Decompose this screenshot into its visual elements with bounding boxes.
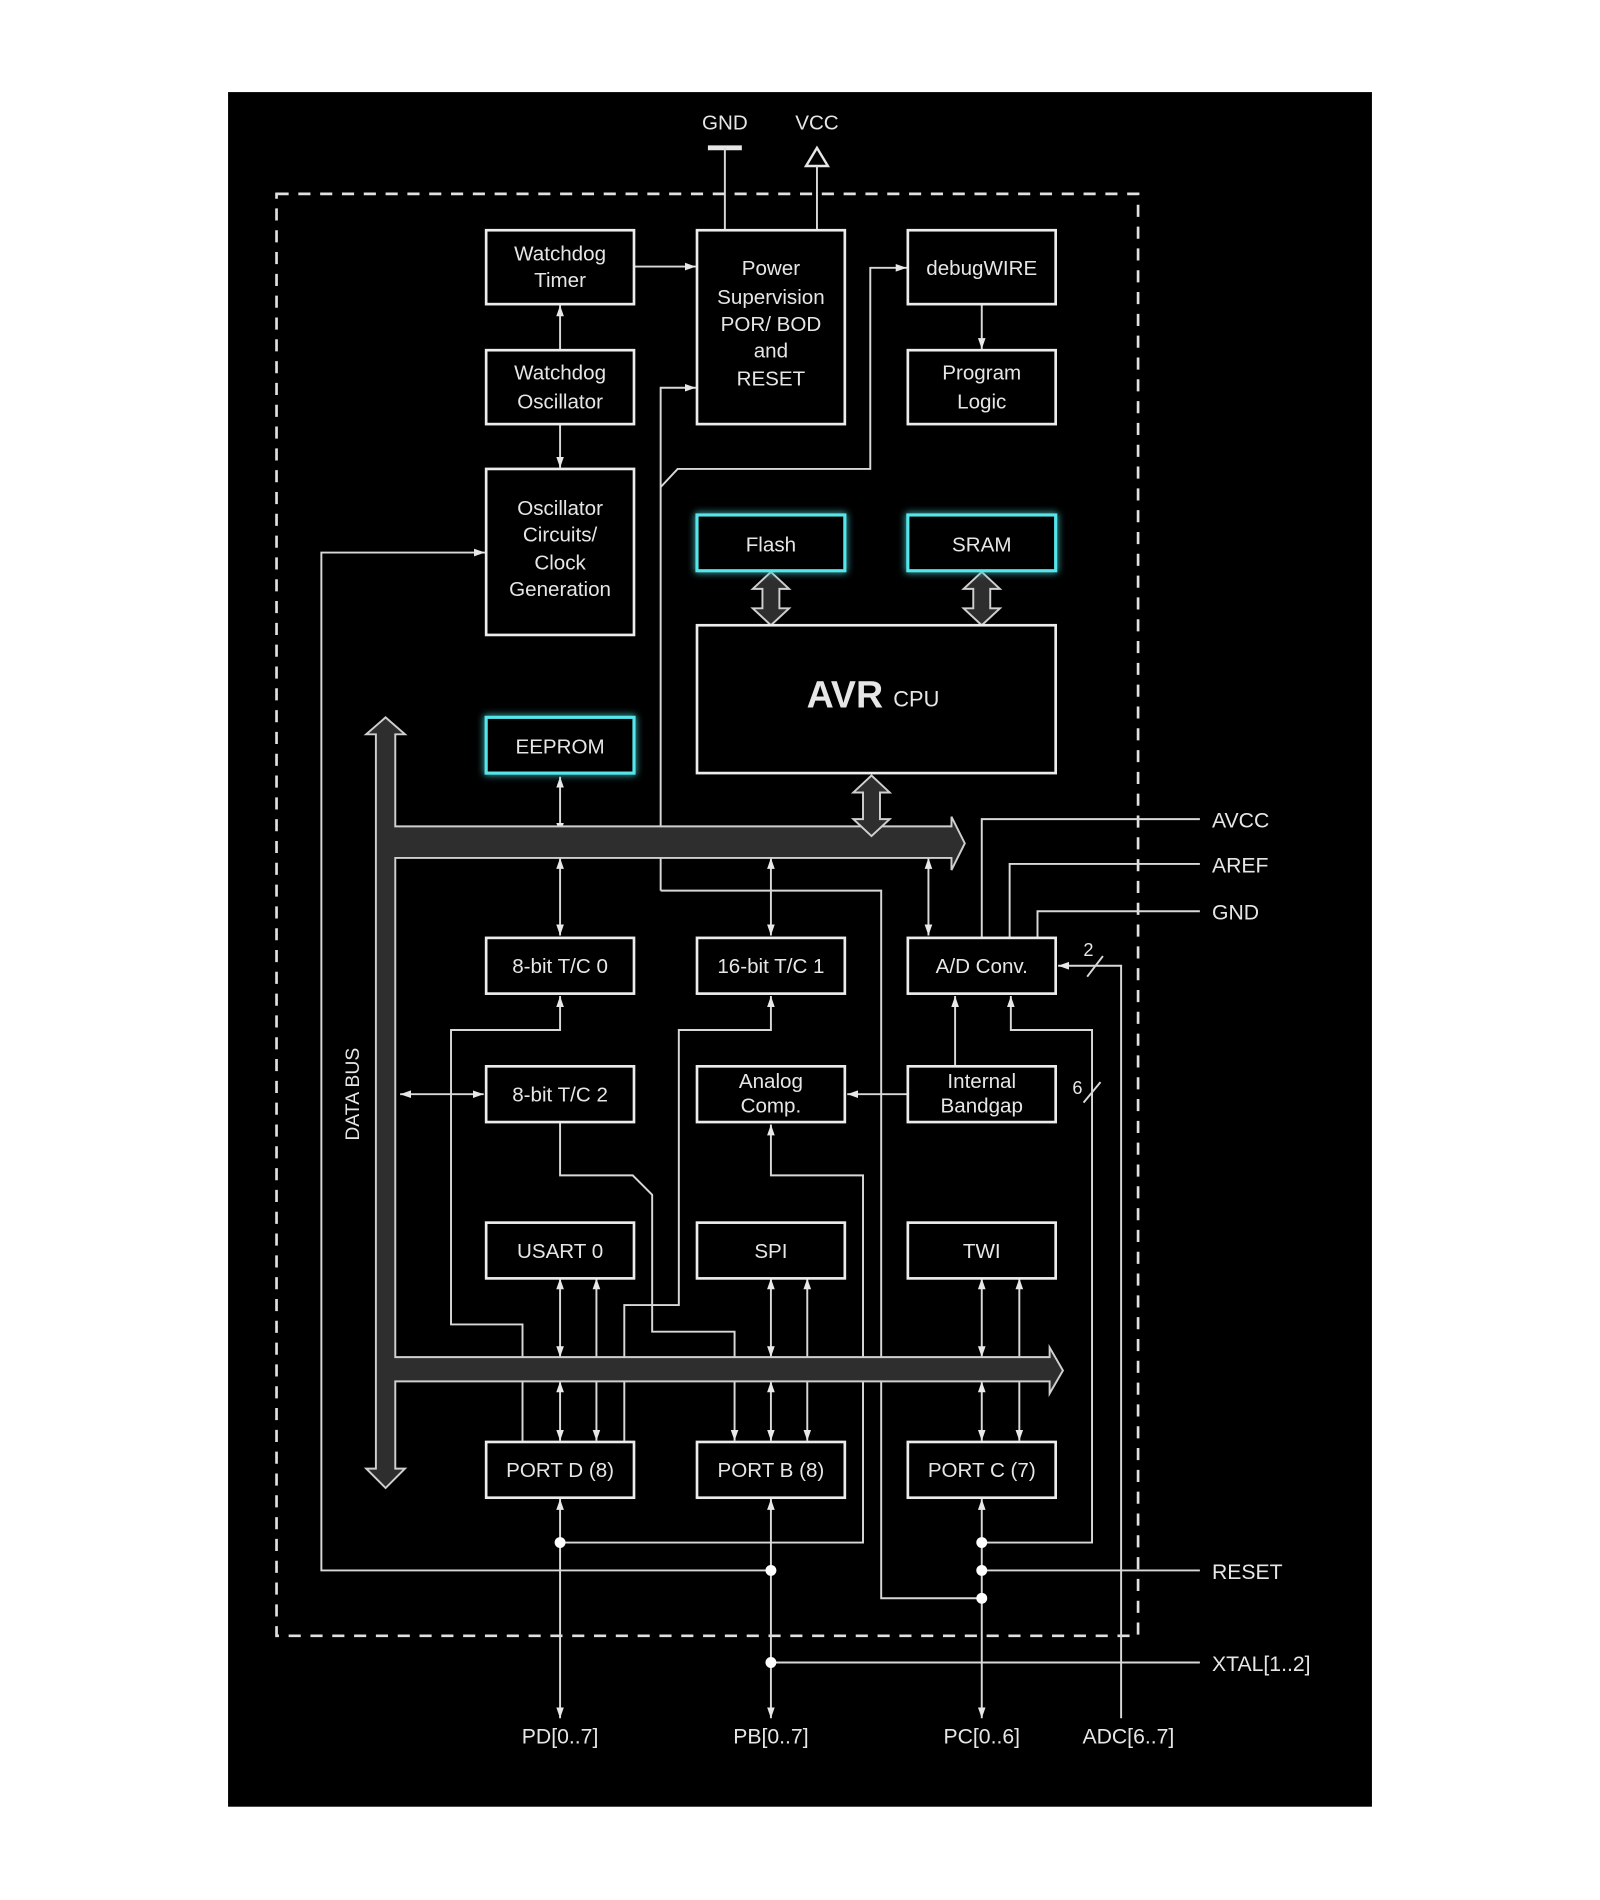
svg-text:Internal: Internal xyxy=(947,1070,1016,1093)
svg-text:A/D Conv.: A/D Conv. xyxy=(936,955,1028,978)
svg-text:and: and xyxy=(754,339,788,362)
svg-text:SRAM: SRAM xyxy=(952,533,1011,556)
svg-text:16-bit T/C 1: 16-bit T/C 1 xyxy=(717,955,824,978)
pin-label-gnd: GND xyxy=(1212,902,1259,925)
svg-text:Analog: Analog xyxy=(739,1070,803,1093)
svg-text:SPI: SPI xyxy=(754,1240,787,1263)
svg-text:USART 0: USART 0 xyxy=(517,1240,603,1263)
timer-counter-1-block: 16-bit T/C 1 xyxy=(695,936,847,995)
flash-block: Flash xyxy=(695,513,847,573)
adc-bus-width-label: 2 xyxy=(1083,940,1093,960)
analog-comparator-block: Analog Comp. xyxy=(695,1064,847,1124)
data-bus-label: DATA BUS xyxy=(342,1048,364,1141)
port-d-block: PORT D (8) xyxy=(484,1440,636,1500)
watchdog-timer-block: Watchdog Timer xyxy=(484,228,636,306)
oscillator-block: Oscillator Circuits/ Clock Generation xyxy=(484,467,636,637)
svg-text:Oscillator: Oscillator xyxy=(517,390,603,413)
svg-text:Watchdog: Watchdog xyxy=(514,361,606,384)
port-b-block: PORT B (8) xyxy=(695,1440,847,1500)
gnd-supply-label: GND xyxy=(702,112,748,135)
svg-text:Program: Program xyxy=(942,361,1021,384)
debugwire-block: debugWIRE xyxy=(906,228,1058,306)
timer-counter-0-block: 8-bit T/C 0 xyxy=(484,936,636,995)
svg-text:Clock: Clock xyxy=(534,552,586,575)
svg-text:debugWIRE: debugWIRE xyxy=(926,257,1037,280)
pin-label-reset: RESET xyxy=(1212,1561,1283,1584)
svg-text:Comp.: Comp. xyxy=(741,1094,802,1117)
svg-text:PORT C (7): PORT C (7) xyxy=(928,1459,1036,1482)
svg-text:PORT B (8): PORT B (8) xyxy=(718,1459,825,1482)
svg-text:Logic: Logic xyxy=(957,390,1006,413)
twi-block: TWI xyxy=(906,1221,1058,1280)
svg-text:Power: Power xyxy=(742,257,800,280)
pin-label-avcc: AVCC xyxy=(1212,810,1269,833)
bandgap-bus-width-label: 6 xyxy=(1072,1078,1082,1098)
port-c-block: PORT C (7) xyxy=(906,1440,1058,1500)
avr-block-diagram: GND VCC 2 6 DATA BUS Watchdog Timer Watc… xyxy=(228,92,1372,1807)
svg-text:Timer: Timer xyxy=(534,269,586,292)
internal-bandgap-block: Internal Bandgap xyxy=(906,1064,1058,1124)
svg-text:Circuits/: Circuits/ xyxy=(523,524,598,547)
eeprom-block: EEPROM xyxy=(484,715,636,775)
svg-text:Supervision: Supervision xyxy=(717,286,825,309)
pin-label-pd: PD[0..7] xyxy=(522,1726,599,1749)
svg-text:RESET: RESET xyxy=(737,367,806,390)
svg-text:Generation: Generation xyxy=(509,578,611,601)
program-logic-block: Program Logic xyxy=(906,348,1058,426)
svg-text:EEPROM: EEPROM xyxy=(515,736,604,759)
svg-text:POR/ BOD: POR/ BOD xyxy=(721,313,822,336)
svg-text:AVR: AVR xyxy=(807,674,884,716)
svg-text:Bandgap: Bandgap xyxy=(941,1094,1023,1117)
svg-text:Flash: Flash xyxy=(746,533,796,556)
spi-block: SPI xyxy=(695,1221,847,1280)
pin-label-pb: PB[0..7] xyxy=(733,1726,808,1749)
pin-label-xtal: XTAL[1..2] xyxy=(1212,1653,1311,1676)
svg-text:TWI: TWI xyxy=(963,1240,1001,1263)
avr-cpu-block: AVR CPU xyxy=(695,623,1058,775)
pin-label-pc: PC[0..6] xyxy=(943,1726,1020,1749)
svg-text:8-bit T/C 0: 8-bit T/C 0 xyxy=(512,955,608,978)
svg-text:CPU: CPU xyxy=(893,686,939,711)
svg-text:Watchdog: Watchdog xyxy=(514,243,606,266)
pin-label-adc: ADC[6..7] xyxy=(1082,1726,1174,1749)
adc-block: A/D Conv. xyxy=(906,936,1058,995)
svg-text:8-bit T/C 2: 8-bit T/C 2 xyxy=(512,1083,608,1106)
usart-block: USART 0 xyxy=(484,1221,636,1280)
power-supervision-block: Power Supervision POR/ BOD and RESET xyxy=(695,228,847,426)
watchdog-oscillator-block: Watchdog Oscillator xyxy=(484,348,636,426)
pin-label-aref: AREF xyxy=(1212,854,1269,877)
svg-text:PORT D (8): PORT D (8) xyxy=(506,1459,614,1482)
timer-counter-2-block: 8-bit T/C 2 xyxy=(484,1064,636,1124)
vcc-supply-label: VCC xyxy=(795,112,839,135)
sram-block: SRAM xyxy=(906,513,1058,573)
svg-text:Oscillator: Oscillator xyxy=(517,497,603,520)
